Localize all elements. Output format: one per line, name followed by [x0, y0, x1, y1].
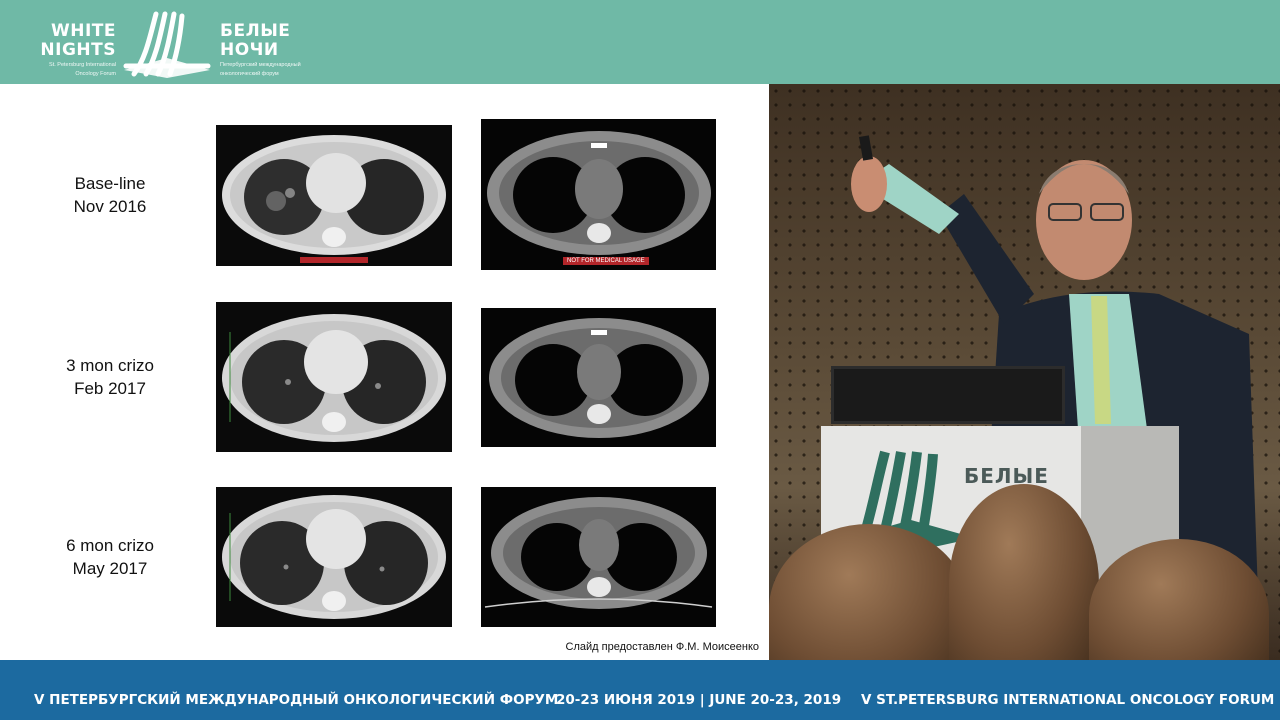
row-label-6-month: 6 mon crizo May 2017: [20, 534, 200, 580]
white-nights-mark-icon: [120, 8, 214, 80]
logo-en-sub1: St. Petersburg International: [49, 62, 116, 68]
logo-ru-sub2: онкологический форум: [220, 70, 279, 77]
logo-russian: БЕЛЫЕ НОЧИ Петербургский международный о…: [220, 22, 320, 77]
logo-en-line1: WHITE: [50, 21, 116, 41]
row-label-line1: Base-line: [74, 174, 146, 193]
podium-monitor: [831, 366, 1065, 424]
row-label-line2: May 2017: [72, 559, 148, 578]
speaker-video: БЕЛЫЕ: [769, 84, 1280, 660]
logo-en-sub2: Oncology Forum: [75, 70, 116, 77]
ct-mediastinal-window-baseline: NOT FOR MEDICAL USAGE: [481, 119, 716, 270]
ct-mediastinal-window-6-month: [481, 487, 716, 627]
presentation-slide: Base-line Nov 2016 3 mon crizo Feb 2017 …: [0, 84, 769, 660]
footer-center: 20-23 ИЮНЯ 2019 | JUNE 20-23, 2019: [556, 692, 842, 708]
logo-ru-line1: БЕЛЫЕ: [220, 21, 291, 41]
row-label-line1: 6 mon crizo: [66, 536, 154, 555]
scan-watermark: NOT FOR MEDICAL USAGE: [563, 257, 649, 265]
row-label-baseline: Base-line Nov 2016: [20, 172, 200, 218]
logo-ru-line2: НОЧИ: [220, 40, 279, 60]
ct-lung-window-6-month: [216, 487, 452, 627]
footer-banner: V ПЕТЕРБУРГСКИЙ МЕЖДУНАРОДНЫЙ ОНКОЛОГИЧЕ…: [0, 660, 1280, 720]
slide-credit: Слайд предоставлен Ф.М. Моисеенко: [565, 641, 759, 653]
footer-left: V ПЕТЕРБУРГСКИЙ МЕЖДУНАРОДНЫЙ ОНКОЛОГИЧЕ…: [34, 692, 559, 708]
logo-english: WHITE NIGHTS St. Petersburg Internationa…: [30, 22, 116, 77]
row-label-line2: Feb 2017: [74, 379, 146, 398]
row-label-3-month: 3 mon crizo Feb 2017: [20, 354, 200, 400]
logo-en-line2: NIGHTS: [40, 40, 116, 60]
ct-mediastinal-window-3-month: [481, 308, 716, 447]
ct-lung-window-3-month: [216, 302, 452, 452]
footer-right: V ST.PETERSBURG INTERNATIONAL ONCOLOGY F…: [861, 692, 1275, 708]
logo-ru-sub1: Петербургский международный: [220, 62, 301, 68]
header-banner: WHITE NIGHTS St. Petersburg Internationa…: [0, 0, 1280, 84]
ct-lung-window-baseline: [216, 125, 452, 266]
row-label-line2: Nov 2016: [73, 197, 147, 216]
row-label-line1: 3 mon crizo: [66, 356, 154, 375]
forum-logo: WHITE NIGHTS St. Petersburg Internationa…: [30, 8, 320, 80]
